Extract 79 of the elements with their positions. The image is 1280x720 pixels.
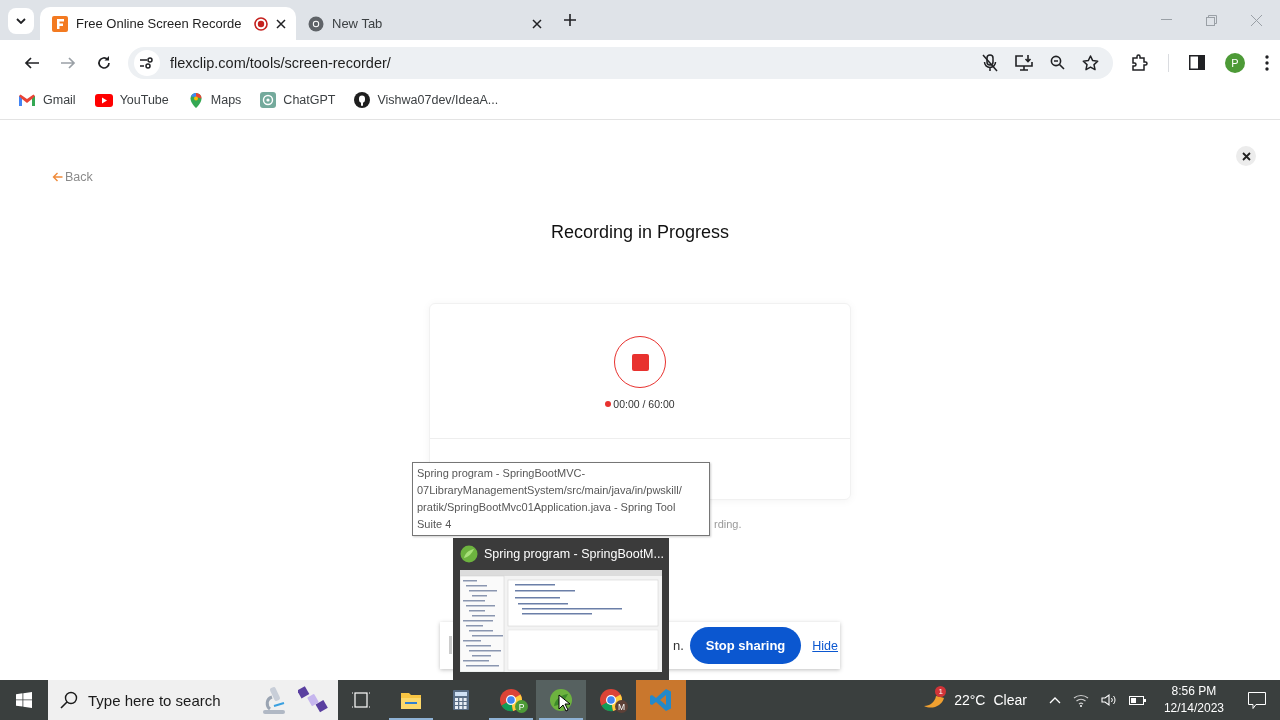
site-info-button[interactable]: [134, 49, 160, 76]
notification-icon[interactable]: [1248, 691, 1266, 709]
clock-date: 12/14/2023: [1163, 700, 1224, 717]
windows-logo-icon: [16, 692, 32, 708]
flexclip-logo-icon: [52, 15, 68, 32]
temperature-text: 22°C: [954, 692, 986, 708]
side-panel-icon[interactable]: [1189, 55, 1205, 70]
new-tab-icon[interactable]: [564, 14, 576, 26]
profile-avatar[interactable]: P: [1225, 52, 1245, 73]
chatgpt-logo-icon: [260, 92, 277, 108]
leaf-logo-icon: [460, 545, 478, 563]
install-app-icon[interactable]: [1015, 54, 1033, 71]
hint-text: rding.: [714, 518, 742, 530]
taskbar-search-field[interactable]: Type here to search: [48, 680, 338, 720]
bookmark-item[interactable]: Vishwa07dev/IdeaA...: [347, 88, 506, 112]
address-bar[interactable]: flexclip.com/tools/screen-recorder/: [128, 46, 1113, 79]
tab-title: New Tab: [332, 16, 384, 31]
youtube-logo-icon: [94, 92, 113, 108]
hide-link[interactable]: Hide: [812, 638, 838, 653]
tune-icon: [140, 56, 154, 69]
code-editor-logo-icon: [649, 688, 673, 712]
share-message: n.: [673, 638, 684, 653]
tab-title: Free Online Screen Recorde: [76, 16, 243, 31]
close-icon: [1241, 151, 1251, 161]
more-menu-icon[interactable]: [1265, 54, 1269, 71]
bookmark-item[interactable]: ChatGPT: [253, 88, 343, 112]
chrome-logo-icon: [308, 15, 324, 32]
bookmark-item[interactable]: YouTube: [87, 88, 176, 112]
chrome-logo-icon: [499, 688, 523, 712]
back-link[interactable]: Back: [52, 170, 93, 184]
task-view-icon: [352, 690, 370, 710]
clock-time: 8:56 PM: [1171, 683, 1217, 700]
bookmark-star-icon[interactable]: [1082, 54, 1099, 71]
search-placeholder: Type here to search: [88, 691, 222, 709]
microscope-icon: [260, 685, 288, 715]
tab-list-button[interactable]: [8, 8, 34, 34]
map-pin-icon: [187, 92, 204, 108]
chevron-down-icon: [16, 18, 26, 24]
chevron-up-icon[interactable]: [1048, 696, 1061, 704]
browser-tab[interactable]: Free Online Screen Recorde: [40, 7, 296, 40]
preview-title: Spring program - SpringBootM...: [484, 547, 664, 561]
back-arrow-icon: [52, 172, 63, 182]
drag-handle[interactable]: [449, 636, 452, 654]
battery-icon[interactable]: [1128, 695, 1146, 705]
app-badge: M: [615, 700, 628, 713]
url-text: flexclip.com/tools/screen-recorder/: [170, 54, 392, 71]
stop-sharing-button[interactable]: Stop sharing: [689, 627, 802, 664]
bookmark-item[interactable]: Gmail: [11, 88, 83, 112]
zoom-out-icon[interactable]: [1050, 55, 1065, 70]
gmail-logo-icon: [18, 92, 36, 108]
close-icon[interactable]: [276, 18, 286, 29]
mouse-pointer-icon: [558, 694, 570, 712]
clock[interactable]: 8:56 PM 12/14/2023: [1163, 683, 1224, 717]
mic-off-icon[interactable]: [982, 53, 998, 72]
satellite-icon: [298, 685, 328, 715]
close-button[interactable]: [1236, 146, 1256, 166]
close-icon[interactable]: [532, 18, 542, 29]
reload-icon[interactable]: [96, 54, 112, 71]
wifi-icon[interactable]: [1072, 693, 1089, 707]
browser-tab[interactable]: New Tab: [296, 7, 552, 40]
chrome-logo-icon: [599, 688, 623, 712]
bookmark-item[interactable]: Maps: [180, 88, 249, 112]
search-icon: [60, 691, 78, 709]
stop-square-icon: [631, 353, 649, 371]
forward-icon[interactable]: [60, 54, 76, 71]
timer-text: 00:00 / 60:00: [613, 398, 675, 410]
weather-badge: 1: [935, 686, 947, 697]
page-heading: Recording in Progress: [549, 222, 731, 243]
taskbar-app-button[interactable]: P: [486, 680, 536, 720]
taskbar-app-button[interactable]: [536, 680, 586, 720]
extensions-icon[interactable]: [1131, 54, 1148, 71]
tooltip-text: Spring program - SpringBootMVC- 07LibraryManagementSystem/src/main/java/in/pwskill/ pratik/SpringBootMvc01Application.java - Spring Tool Suite 4: [412, 462, 710, 536]
speaker-icon[interactable]: [1100, 693, 1117, 707]
calculator-icon: [451, 689, 471, 711]
back-icon[interactable]: [24, 54, 40, 71]
weather-condition: Clear: [993, 692, 1027, 708]
recording-dot-icon: [605, 401, 612, 407]
taskbar-app-button[interactable]: M: [586, 680, 636, 720]
app-badge: P: [515, 700, 528, 713]
